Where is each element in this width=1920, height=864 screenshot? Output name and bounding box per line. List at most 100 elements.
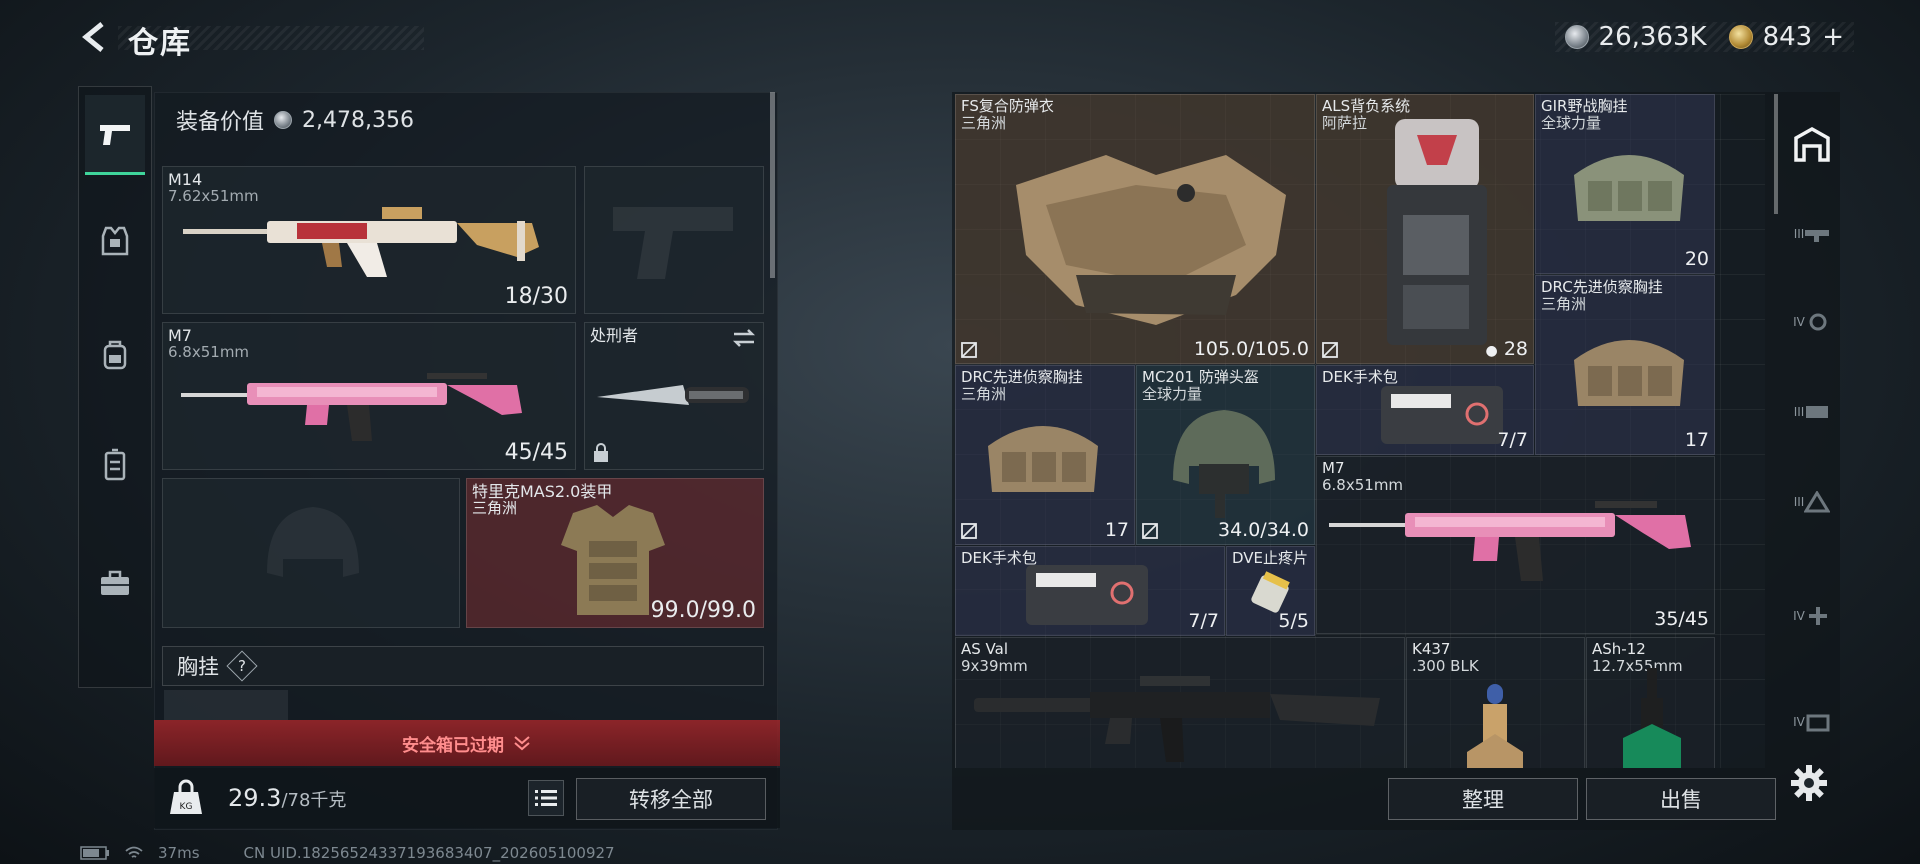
loadout-scrollbar[interactable] xyxy=(770,92,775,278)
gold-amount: 843 xyxy=(1762,22,1813,52)
swap-arrows-icon[interactable] xyxy=(731,327,757,349)
item-caliber: .300 BLK xyxy=(1412,657,1479,675)
tab-tier-6[interactable]: IV xyxy=(1788,694,1836,750)
tab-tier-1[interactable]: III xyxy=(1788,206,1836,262)
tab-tier-3[interactable]: III xyxy=(1788,384,1836,440)
box-category-icon xyxy=(1806,714,1830,732)
back-arrow-icon[interactable] xyxy=(78,20,112,54)
stash-item-fs-vest[interactable]: FS复合防弹衣 三角洲 105.0/105.0 xyxy=(955,94,1315,364)
tab-backpack[interactable] xyxy=(85,315,145,395)
weight-current: 29.3 xyxy=(228,784,282,812)
add-gold-button[interactable]: + xyxy=(1822,22,1844,52)
equipment-value-amount: 2,478,356 xyxy=(302,107,414,133)
sell-button[interactable]: 出售 xyxy=(1586,778,1776,820)
stash-item-dek-kit-2[interactable]: DEK手术包 7/7 xyxy=(955,546,1225,636)
item-faction: 全球力量 xyxy=(1541,114,1602,132)
stash-item-gir-rig[interactable]: GIR野战胸挂 全球力量 20 xyxy=(1535,94,1715,274)
tab-case[interactable] xyxy=(85,543,145,623)
item-name: K437 xyxy=(1412,640,1451,658)
equipment-value: 装备价值 2,478,356 xyxy=(176,104,414,136)
tier-label: III xyxy=(1793,405,1805,419)
stash-item-drc-rig-1[interactable]: DRC先进侦察胸挂 三角洲 17 xyxy=(1535,275,1715,455)
surgical-kit-image xyxy=(1026,565,1148,625)
vest-icon xyxy=(101,226,129,256)
tab-tier-5[interactable]: IV xyxy=(1788,588,1836,644)
tab-chest-rig[interactable] xyxy=(85,425,145,505)
item-uses: 7/7 xyxy=(1188,610,1219,632)
primary-weapon-slot[interactable]: M14 7.62x51mm 18/30 xyxy=(162,166,576,314)
equipment-value-label: 装备价值 xyxy=(176,110,265,135)
item-name: MC201 防弹头盔 xyxy=(1142,368,1259,386)
tier-label: III xyxy=(1793,495,1805,509)
sidearm-slot-empty[interactable] xyxy=(584,166,764,314)
gear-category-icon xyxy=(1809,313,1827,331)
svg-text:KG: KG xyxy=(180,802,193,812)
user-uid: CN UID.18256524337193683407_202605100927 xyxy=(243,844,615,862)
stash-item-as-val[interactable]: AS Val 9x39mm xyxy=(955,637,1405,768)
surgical-kit-image xyxy=(1381,386,1503,444)
weight-icon: KG xyxy=(170,779,202,814)
pill-bottle-image xyxy=(1251,571,1290,613)
helmet-slot-empty[interactable] xyxy=(162,478,460,628)
no-insurance-icon xyxy=(1322,342,1338,358)
lock-icon xyxy=(594,443,608,462)
stash-item-dve-painkiller[interactable]: DVE止疼片 5/5 xyxy=(1226,546,1315,636)
stash-item-dek-kit-1[interactable]: DEK手术包 7/7 xyxy=(1316,365,1534,455)
stash-item-m7[interactable]: M7 6.8x51mm 35/45 xyxy=(1316,456,1715,634)
stash-item-drc-rig-2[interactable]: DRC先进侦察胸挂 三角洲 17 xyxy=(955,365,1135,545)
tab-weapons[interactable] xyxy=(85,95,145,175)
knife-image xyxy=(597,385,749,405)
ammo-count: 45/45 xyxy=(504,440,568,465)
item-faction: 三角洲 xyxy=(1541,295,1587,313)
pistol-icon xyxy=(100,124,130,145)
stash-item-k437[interactable]: K437 .300 BLK xyxy=(1406,637,1585,768)
stash-item-mc201-helmet[interactable]: MC201 防弹头盔 全球力量 34.0/34.0 xyxy=(1136,365,1315,545)
medkit-category-icon xyxy=(1808,607,1827,625)
stash-item-als-pack[interactable]: ALS背负系统 阿萨拉 ● 28 xyxy=(1316,94,1534,364)
body-armor-image xyxy=(1016,155,1286,325)
silver-amount: 26,363K xyxy=(1598,22,1707,52)
item-name: AS Val xyxy=(961,640,1009,658)
stash-category-rail: III IV III III IV IV xyxy=(1782,94,1840,834)
as-val-rifle-image xyxy=(974,676,1380,762)
stash-grid: FS复合防弹衣 三角洲 105.0/105.0 ALS背负系统 阿萨拉 ● 28… xyxy=(955,94,1765,768)
melee-slot[interactable]: 处刑者 xyxy=(584,322,764,470)
tab-tier-4[interactable]: III xyxy=(1788,474,1836,530)
tab-all-stash[interactable] xyxy=(1788,116,1836,172)
tab-tier-2[interactable]: IV xyxy=(1788,294,1836,350)
item-faction: 阿萨拉 xyxy=(1322,114,1368,132)
item-capacity: ● 28 xyxy=(1485,338,1528,360)
chest-rig-icon xyxy=(104,448,126,481)
stash-item-ash-12[interactable]: ASh-12 12.7x55mm xyxy=(1586,637,1715,768)
help-icon[interactable]: ? xyxy=(226,650,258,682)
weapon-name: M14 xyxy=(168,170,203,189)
silver-coin-icon xyxy=(274,111,293,129)
ammo-count: 35/45 xyxy=(1654,608,1709,630)
transfer-all-button[interactable]: 转移全部 xyxy=(576,778,766,820)
item-name: ASh-12 xyxy=(1592,640,1646,658)
ammo-round-image xyxy=(1467,684,1523,768)
chest-rig-image xyxy=(1574,340,1684,406)
secondary-weapon-slot[interactable]: M7 6.8x51mm 45/45 xyxy=(162,322,576,470)
tab-armor[interactable] xyxy=(85,201,145,281)
chest-rig-label: 胸挂 xyxy=(177,655,219,679)
chest-rig-slot-partial[interactable] xyxy=(164,690,288,720)
tier-label: III xyxy=(1793,227,1805,241)
weapon-name: M7 xyxy=(168,326,192,345)
settings-gear-icon[interactable] xyxy=(1790,764,1828,802)
sort-button[interactable]: 整理 xyxy=(1388,778,1578,820)
body-armor-slot[interactable]: 特里克MAS2.0装甲 三角洲 99.0/99.0 xyxy=(466,478,764,628)
list-view-button[interactable] xyxy=(528,780,564,816)
safe-box-expired-banner[interactable]: 安全箱已过期 xyxy=(154,720,780,766)
triangle-category-icon xyxy=(1804,491,1831,513)
stash-scrollbar[interactable] xyxy=(1774,94,1778,214)
rifle-category-icon xyxy=(1805,230,1830,242)
list-icon xyxy=(535,790,557,806)
m7-rifle-image xyxy=(1329,501,1691,581)
weight-max: /78千克 xyxy=(281,790,347,811)
tier-label: IV xyxy=(1793,609,1805,623)
ammo-count: 18/30 xyxy=(504,284,568,309)
item-capacity: 20 xyxy=(1684,248,1709,270)
gold-coin-icon xyxy=(1728,25,1753,49)
item-name: M7 xyxy=(1322,459,1345,477)
